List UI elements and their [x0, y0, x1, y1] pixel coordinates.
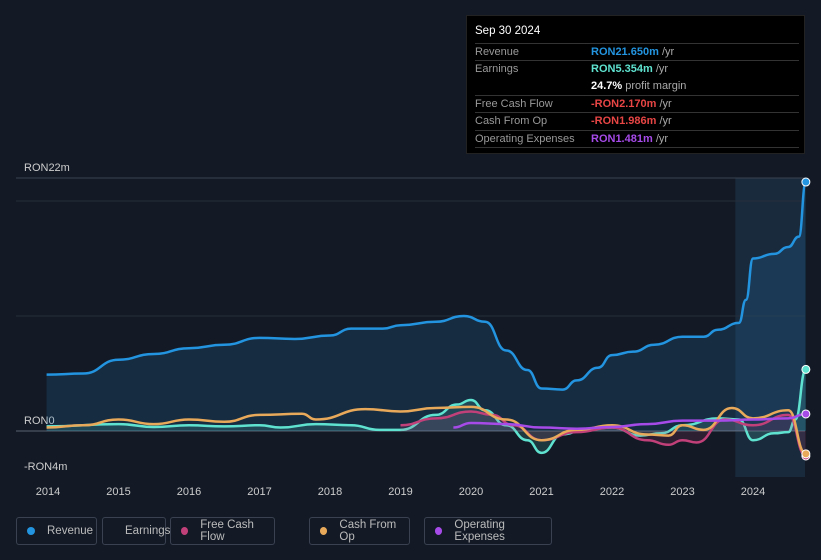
- operating-expenses-end-marker: [801, 409, 811, 419]
- unit: /yr: [659, 97, 672, 110]
- tooltip-date: Sep 30 2024: [475, 25, 541, 37]
- tooltip: Sep 30 2024 Revenue RON21.650m /yr Earning…: [466, 15, 805, 154]
- legend-dot-icon: [181, 527, 189, 535]
- tooltip-row: Earnings RON5.354m /yr: [475, 60, 799, 78]
- tooltip-row: Operating Expenses RON1.481m /yr: [475, 129, 799, 148]
- legend-earnings[interactable]: Earnings: [102, 517, 170, 545]
- legend-label: Free Cash Flow: [200, 519, 254, 543]
- value: 24.7%: [591, 79, 623, 92]
- legend-operating-expenses[interactable]: Operating Expenses: [424, 517, 552, 545]
- unit: /yr: [659, 115, 672, 128]
- divider: [475, 146, 799, 165]
- tooltip-label: Earnings: [475, 63, 519, 76]
- x-tick-label: 2022: [600, 486, 624, 498]
- x-tick-label: 2015: [106, 486, 130, 498]
- value: RON21.650m: [591, 46, 659, 58]
- x-tick-label: 2019: [388, 486, 412, 498]
- unit: profit margin: [625, 79, 687, 92]
- tooltip-row: Free Cash Flow -RON2.170m /yr: [475, 94, 799, 113]
- x-tick-label: 2018: [318, 486, 342, 498]
- tooltip-label: Free Cash Flow: [475, 97, 553, 110]
- value: RON5.354m: [591, 63, 653, 76]
- tooltip-value: -RON2.170m /yr: [591, 96, 672, 113]
- value: -RON1.986m: [591, 115, 657, 128]
- tooltip-label: Revenue: [475, 46, 520, 58]
- tooltip-value: RON5.354m /yr: [591, 61, 668, 78]
- cash-from-op-end-marker: [801, 449, 811, 459]
- unit: /yr: [661, 46, 675, 58]
- legend-revenue[interactable]: Revenue: [16, 517, 97, 545]
- tooltip-value: RON1.481m /yr: [591, 131, 668, 148]
- tooltip-value: 24.7% profit margin: [591, 78, 686, 95]
- x-tick-label: 2016: [177, 486, 201, 498]
- earnings-end-marker: [801, 364, 811, 374]
- value: -RON2.170m: [591, 97, 657, 110]
- y-tick-label: -RON4m: [24, 461, 67, 473]
- revenue-area: [46, 182, 806, 431]
- x-tick-label: 2023: [670, 486, 694, 498]
- x-tick-label: 2020: [459, 486, 483, 498]
- revenue-end-marker: [801, 177, 811, 187]
- tooltip-label: Operating Expenses: [475, 132, 575, 145]
- y-tick-label: RON22m: [24, 162, 70, 174]
- tooltip-label: Cash From Op: [475, 115, 548, 128]
- value: RON1.481m: [591, 132, 653, 145]
- legend-cash-from-op[interactable]: Cash From Op: [309, 517, 410, 545]
- legend-label: Revenue: [47, 525, 94, 537]
- tooltip-value: -RON1.986m /yr: [591, 113, 672, 130]
- legend-free-cash-flow[interactable]: Free Cash Flow: [170, 517, 275, 545]
- unit: /yr: [655, 63, 669, 76]
- tooltip-row: 24.7% profit margin: [475, 78, 799, 95]
- legend-dot-icon: [435, 527, 443, 535]
- tooltip-row: Cash From Op -RON1.986m /yr: [475, 112, 799, 130]
- x-tick-label: 2014: [36, 486, 60, 498]
- legend-label: Cash From Op: [339, 519, 397, 543]
- legend-label: Earnings: [125, 525, 171, 537]
- tooltip-row: Revenue RON21.650m /yr: [475, 43, 799, 61]
- x-tick-label: 2024: [741, 486, 765, 498]
- legend-dot-icon: [320, 527, 328, 535]
- legend-label: Operating Expenses: [454, 519, 505, 543]
- x-tick-label: 2017: [247, 486, 271, 498]
- tooltip-value: RON21.650m /yr: [591, 44, 674, 61]
- legend-dot-icon: [27, 527, 35, 535]
- x-tick-label: 2021: [529, 486, 553, 498]
- unit: /yr: [655, 132, 669, 145]
